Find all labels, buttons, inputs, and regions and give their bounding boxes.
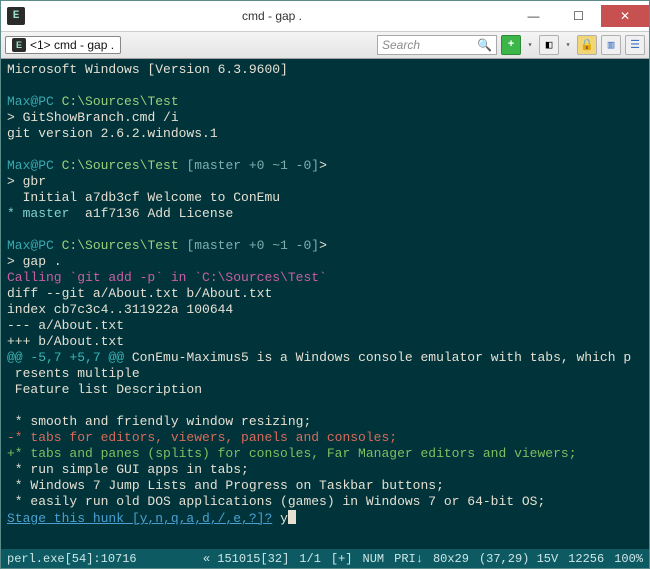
titlebar[interactable]: E cmd - gap . — ☐ ✕ — [1, 1, 649, 31]
hunk-header-tail: ConEmu-Maximus5 is a Windows console emu… — [124, 350, 631, 365]
diff-add-1: +* tabs and panes (splits) for consoles,… — [7, 446, 577, 461]
status-pid: 12256 — [568, 552, 604, 566]
ctx-6: * easily run old DOS applications (games… — [7, 494, 545, 509]
minimize-button[interactable]: — — [511, 5, 556, 27]
status-bar: perl.exe[54]:10716 « 151015[32] 1/1 [+] … — [1, 548, 649, 568]
diff-header-3: --- a/About.txt — [7, 318, 124, 333]
menu-button[interactable]: ☰ — [625, 35, 645, 55]
prompt-path: C:\Sources\Test — [62, 94, 179, 109]
prompt-user-2: Max@PC — [7, 158, 54, 173]
prompt-user-3: Max@PC — [7, 238, 54, 253]
cmd-gitshowbranch: GitShowBranch.cmd /i — [23, 110, 179, 125]
ctx-5: * Windows 7 Jump Lists and Progress on T… — [7, 478, 444, 493]
window-title: cmd - gap . — [33, 9, 511, 23]
branch-star: * — [7, 206, 15, 221]
branch-initial: Initial a7db3cf Welcome to ConEmu — [7, 190, 280, 205]
cursor — [288, 510, 296, 524]
branch-status: [master +0 ~1 -0] — [186, 158, 319, 173]
calling-line: Calling `git add -p` in `C:\Sources\Test… — [7, 270, 327, 285]
status-cursor: (37,29) 15V — [479, 552, 558, 566]
tab-icon: E — [12, 38, 26, 52]
branch-master-rest: a1f7136 Add License — [69, 206, 233, 221]
search-input[interactable]: Search 🔍 — [377, 35, 497, 55]
diff-del-1: -* tabs for editors, viewers, panels and… — [7, 430, 397, 445]
stage-prompt: Stage this hunk [y,n,q,a,d,/,e,?]? — [7, 511, 272, 526]
status-pos: 1/1 — [299, 552, 321, 566]
cmd-gbr: gbr — [23, 174, 46, 189]
window-mode-button[interactable]: ◧ — [539, 35, 559, 55]
prompt-path-2: C:\Sources\Test — [62, 158, 179, 173]
diff-header-4: +++ b/About.txt — [7, 334, 124, 349]
prompt-char-3: > — [319, 238, 327, 253]
new-console-dropdown[interactable]: ▾ — [525, 35, 535, 55]
stage-answer: y — [280, 511, 288, 526]
prompt-char-2: > — [319, 158, 327, 173]
tab-label: <1> cmd - gap . — [30, 38, 114, 52]
diff-header-1: diff --git a/About.txt b/About.txt — [7, 286, 272, 301]
search-placeholder: Search — [382, 38, 420, 52]
ctx-1: resents multiple — [7, 366, 140, 381]
status-plus: [+] — [331, 552, 353, 566]
status-num: NUM — [363, 552, 385, 566]
status-size: 80x29 — [433, 552, 469, 566]
hunk-header: @@ -5,7 +5,7 @@ — [7, 350, 124, 365]
app-icon: E — [7, 7, 25, 25]
new-console-button[interactable]: + — [501, 35, 521, 55]
console-tab[interactable]: E <1> cmd - gap . — [5, 36, 121, 54]
lock-button[interactable]: 🔒 — [577, 35, 597, 55]
prompt-char-3b: > — [7, 254, 15, 269]
line-winver: Microsoft Windows [Version 6.3.9600] — [7, 62, 288, 77]
status-pri: PRI↓ — [394, 552, 423, 566]
diff-header-2: index cb7c3c4..311922a 100644 — [7, 302, 233, 317]
window-controls: — ☐ ✕ — [511, 5, 649, 27]
terminal-output[interactable]: Microsoft Windows [Version 6.3.9600] Max… — [1, 59, 649, 548]
branch-master: master — [23, 206, 70, 221]
toolbar: E <1> cmd - gap . Search 🔍 + ▾ ◧ ▾ 🔒 ▥ ☰ — [1, 31, 649, 59]
window-mode-dropdown[interactable]: ▾ — [563, 35, 573, 55]
ctx-4: * run simple GUI apps in tabs; — [7, 462, 249, 477]
git-version: git version 2.6.2.windows.1 — [7, 126, 218, 141]
status-zoom: 100% — [614, 552, 643, 566]
prompt-char: > — [7, 110, 15, 125]
maximize-button[interactable]: ☐ — [556, 5, 601, 27]
close-button[interactable]: ✕ — [601, 5, 649, 27]
conemu-window: E cmd - gap . — ☐ ✕ E <1> cmd - gap . Se… — [0, 0, 650, 569]
search-icon: 🔍 — [477, 38, 492, 52]
prompt-char-2b: > — [7, 174, 15, 189]
status-seq: « 151015[32] — [203, 552, 289, 566]
ctx-2: Feature list Description — [7, 382, 202, 397]
settings-button[interactable]: ▥ — [601, 35, 621, 55]
prompt-path-3: C:\Sources\Test — [62, 238, 179, 253]
ctx-3: * smooth and friendly window resizing; — [7, 414, 311, 429]
prompt-user: Max@PC — [7, 94, 54, 109]
cmd-gap: gap . — [23, 254, 62, 269]
status-process: perl.exe[54]:10716 — [7, 552, 137, 566]
branch-status-2: [master +0 ~1 -0] — [186, 238, 319, 253]
